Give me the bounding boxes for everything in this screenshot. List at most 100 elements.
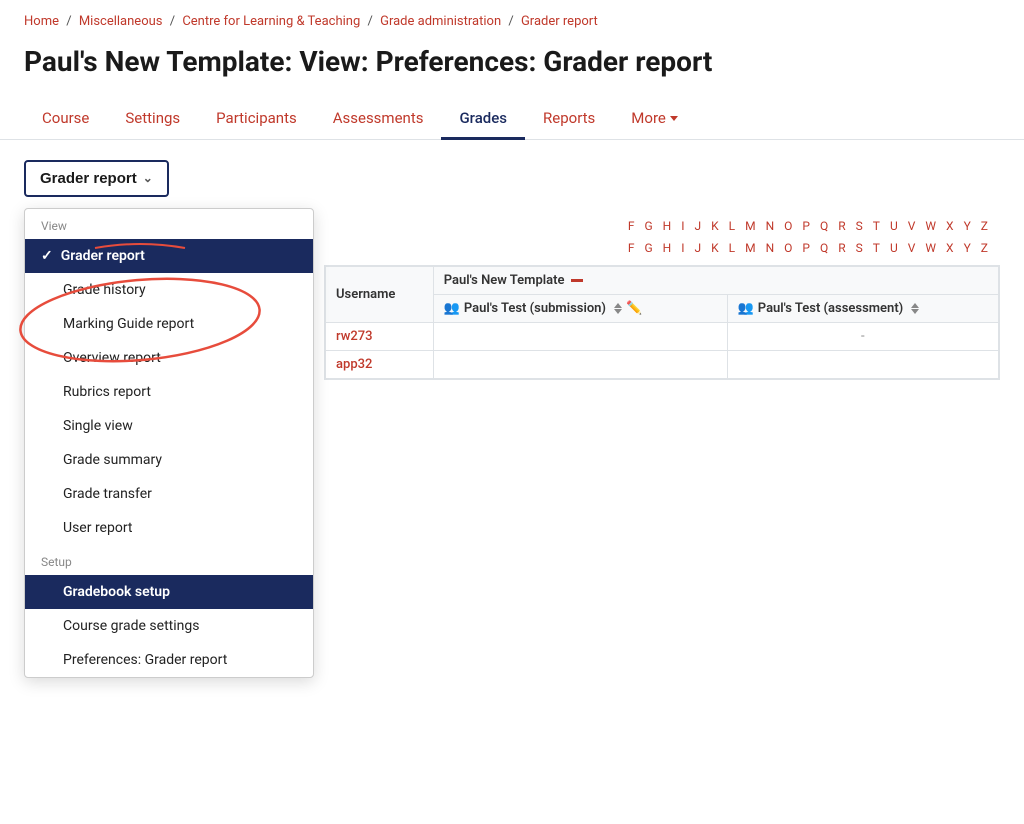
grade-table-area: F G H I J K L M N O P Q R S T U V W X Y xyxy=(324,217,1000,380)
dropdown-item-grade-transfer[interactable]: Grade transfer xyxy=(25,477,313,511)
alpha-Z-2[interactable]: Z xyxy=(977,239,992,257)
assessment-cell-1: - xyxy=(727,322,998,350)
tab-assessments[interactable]: Assessments xyxy=(315,97,442,139)
table-row: app32 xyxy=(326,350,999,378)
alpha-R-2[interactable]: R xyxy=(834,239,849,257)
dropdown-item-course-grade-settings[interactable]: Course grade settings xyxy=(25,609,313,643)
alpha-H-2[interactable]: H xyxy=(659,239,676,257)
alpha-W-2[interactable]: W xyxy=(921,239,940,257)
page-wrapper: Home / Miscellaneous / Centre for Learni… xyxy=(0,0,1024,400)
alpha-I-1[interactable]: I xyxy=(677,217,688,235)
breadcrumb-centre[interactable]: Centre for Learning & Teaching xyxy=(182,14,360,29)
dropdown-arrow-icon: ⌄ xyxy=(143,171,153,185)
dropdown-item-user-report-label: User report xyxy=(63,520,133,536)
alpha-H-1[interactable]: H xyxy=(659,217,676,235)
red-dash-icon xyxy=(571,279,583,282)
alpha-K-1[interactable]: K xyxy=(707,217,723,235)
tab-more-label: More xyxy=(631,109,666,127)
dropdown-button-label: Grader report xyxy=(40,170,137,187)
alpha-M-2[interactable]: M xyxy=(741,239,759,257)
dropdown-item-grader-report-label: Grader report xyxy=(61,248,145,264)
alpha-K-2[interactable]: K xyxy=(707,239,723,257)
alpha-T-1[interactable]: T xyxy=(869,217,884,235)
dropdown-section-view: View xyxy=(25,209,313,239)
alpha-U-2[interactable]: U xyxy=(886,239,902,257)
dropdown-item-grader-report[interactable]: ✓ Grader report xyxy=(25,239,313,273)
alpha-L-1[interactable]: L xyxy=(725,217,739,235)
alpha-M-1[interactable]: M xyxy=(741,217,759,235)
alpha-O-1[interactable]: O xyxy=(780,217,796,235)
dropdown-item-gradebook-setup[interactable]: Gradebook setup xyxy=(25,575,313,609)
alpha-T-2[interactable]: T xyxy=(869,239,884,257)
alpha-Q-1[interactable]: Q xyxy=(816,217,832,235)
persons-icon-assessment: 👥 xyxy=(738,301,754,316)
grade-table: Username Paul's New Template xyxy=(325,266,999,379)
alpha-S-1[interactable]: S xyxy=(852,217,867,235)
alpha-Z-1[interactable]: Z xyxy=(977,217,992,235)
alpha-J-1[interactable]: J xyxy=(690,217,705,235)
nav-tabs: Course Settings Participants Assessments… xyxy=(0,97,1024,140)
content-area: Grader report ⌄ View ✓ Grader report Gra… xyxy=(0,140,1024,400)
sort-arrows-assessment[interactable] xyxy=(911,303,919,314)
alpha-N-1[interactable]: N xyxy=(762,217,779,235)
alpha-U-1[interactable]: U xyxy=(886,217,902,235)
tab-course[interactable]: Course xyxy=(24,97,107,139)
alpha-G-2[interactable]: G xyxy=(640,239,656,257)
chevron-down-icon xyxy=(670,116,678,121)
checkmark-icon: ✓ xyxy=(41,248,53,264)
breadcrumb-home[interactable]: Home xyxy=(24,14,59,29)
alpha-F-1[interactable]: F xyxy=(624,217,639,235)
edit-icon-submission[interactable]: ✏️ xyxy=(626,301,642,316)
dropdown-item-single-view[interactable]: Single view xyxy=(25,409,313,443)
dropdown-item-overview-report[interactable]: Overview report xyxy=(25,341,313,375)
alpha-V-2[interactable]: V xyxy=(904,239,920,257)
alpha-W-1[interactable]: W xyxy=(921,217,940,235)
dropdown-menu: View ✓ Grader report Grade history Marki… xyxy=(24,208,314,678)
sort-arrows-submission[interactable] xyxy=(614,303,622,314)
breadcrumb-sep-4: / xyxy=(508,14,517,29)
tab-reports[interactable]: Reports xyxy=(525,97,613,139)
alpha-P-1[interactable]: P xyxy=(798,217,814,235)
alpha-Y-2[interactable]: Y xyxy=(960,239,975,257)
username-cell-2[interactable]: app32 xyxy=(326,350,434,378)
dropdown-item-marking-guide-label: Marking Guide report xyxy=(63,316,194,332)
alpha-I-2[interactable]: I xyxy=(677,239,688,257)
breadcrumb-misc[interactable]: Miscellaneous xyxy=(79,14,163,29)
alpha-X-2[interactable]: X xyxy=(942,239,958,257)
breadcrumb-grade-admin[interactable]: Grade administration xyxy=(380,14,501,29)
username-cell-1[interactable]: rw273 xyxy=(326,322,434,350)
alpha-S-2[interactable]: S xyxy=(852,239,867,257)
alpha-G-1[interactable]: G xyxy=(640,217,656,235)
alpha-N-2[interactable]: N xyxy=(762,239,779,257)
grader-report-dropdown-button[interactable]: Grader report ⌄ xyxy=(24,160,169,197)
dropdown-item-preferences-grader[interactable]: Preferences: Grader report xyxy=(25,643,313,677)
alpha-J-2[interactable]: J xyxy=(690,239,705,257)
dropdown-item-grade-summary[interactable]: Grade summary xyxy=(25,443,313,477)
dropdown-item-rubrics-label: Rubrics report xyxy=(63,384,151,400)
alpha-F-2[interactable]: F xyxy=(624,239,639,257)
alpha-X-1[interactable]: X xyxy=(942,217,958,235)
tab-settings[interactable]: Settings xyxy=(107,97,198,139)
table-row: rw273 - xyxy=(326,322,999,350)
tab-grades[interactable]: Grades xyxy=(441,97,525,139)
dropdown-item-overview-label: Overview report xyxy=(63,350,161,366)
dropdown-section-setup: Setup xyxy=(25,545,313,575)
alpha-P-2[interactable]: P xyxy=(798,239,814,257)
alpha-Y-1[interactable]: Y xyxy=(960,217,975,235)
breadcrumb-grader-report[interactable]: Grader report xyxy=(521,14,598,29)
alpha-R-1[interactable]: R xyxy=(834,217,849,235)
submission-cell-1 xyxy=(433,322,727,350)
tab-participants[interactable]: Participants xyxy=(198,97,315,139)
dropdown-item-user-report[interactable]: User report xyxy=(25,511,313,545)
alpha-Q-2[interactable]: Q xyxy=(816,239,832,257)
tab-more[interactable]: More xyxy=(613,97,696,139)
dropdown-item-rubrics-report[interactable]: Rubrics report xyxy=(25,375,313,409)
sort-up-icon-2 xyxy=(911,303,919,308)
alpha-V-1[interactable]: V xyxy=(904,217,920,235)
alpha-L-2[interactable]: L xyxy=(725,239,739,257)
dropdown-item-marking-guide[interactable]: Marking Guide report xyxy=(25,307,313,341)
alpha-O-2[interactable]: O xyxy=(780,239,796,257)
dropdown-item-grade-history[interactable]: Grade history xyxy=(25,273,313,307)
dropdown-item-preferences-label: Preferences: Grader report xyxy=(63,652,227,668)
submission-cell-2 xyxy=(433,350,727,378)
